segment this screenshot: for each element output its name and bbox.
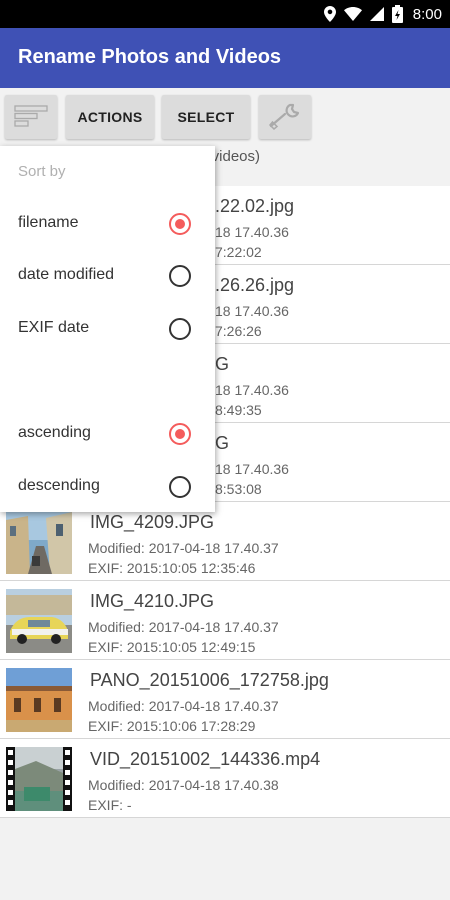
file-exif: EXIF: 2015:10:05 12:35:46 xyxy=(88,560,256,576)
status-bar: 8:00 xyxy=(0,0,450,28)
file-name: VID_20151002_144336.mp4 xyxy=(90,749,321,769)
sort-order-ascending[interactable]: ascending xyxy=(0,414,215,454)
sort-option-date-modified[interactable]: date modified xyxy=(0,256,215,296)
file-modified: 18 17.40.36 xyxy=(215,224,289,240)
file-exif: 7:26:26 xyxy=(215,323,262,339)
sort-icon xyxy=(14,104,48,130)
file-name: G xyxy=(215,354,230,374)
app-bar: Rename Photos and Videos xyxy=(0,28,450,88)
wifi-icon xyxy=(343,7,362,21)
sort-order-descending[interactable]: descending xyxy=(0,467,215,507)
file-name: PANO_20151006_172758.jpg xyxy=(90,670,329,690)
radio-button[interactable] xyxy=(169,213,191,235)
file-exif: EXIF: - xyxy=(88,797,132,813)
radio-button[interactable] xyxy=(169,318,191,340)
file-modified: 18 17.40.36 xyxy=(215,461,289,477)
file-modified: Modified: 2017-04-18 17.40.37 xyxy=(88,619,279,635)
app-title: Rename Photos and Videos xyxy=(18,46,282,68)
file-exif: 8:53:08 xyxy=(215,481,262,497)
wrench-icon xyxy=(268,101,302,134)
file-exif: EXIF: 2015:10:05 12:49:15 xyxy=(88,639,256,655)
file-modified: Modified: 2017-04-18 17.40.38 xyxy=(88,777,279,793)
sort-option-label: EXIF date xyxy=(18,319,90,336)
list-item[interactable]: IMG_4209.JPG Modified: 2017-04-18 17.40.… xyxy=(0,502,450,581)
sort-option-exif-date[interactable]: EXIF date xyxy=(0,309,215,349)
status-time: 8:00 xyxy=(412,5,442,23)
photo-thumbnail xyxy=(6,510,72,574)
photo-thumbnail xyxy=(6,668,72,732)
file-exif: 7:22:02 xyxy=(215,244,262,260)
sort-order-label: descending xyxy=(18,477,100,494)
file-modified: 18 17.40.36 xyxy=(215,382,289,398)
sort-order-label: ascending xyxy=(18,424,91,441)
location-icon xyxy=(323,6,336,22)
list-item[interactable]: VID_20151002_144336.mp4 Modified: 2017-0… xyxy=(0,739,450,818)
file-exif: 8:49:35 xyxy=(215,402,262,418)
radio-button[interactable] xyxy=(169,476,191,498)
sort-button[interactable] xyxy=(5,95,57,139)
file-modified: Modified: 2017-04-18 17.40.37 xyxy=(88,540,279,556)
photo-thumbnail xyxy=(6,589,72,653)
list-item[interactable]: IMG_4210.JPG Modified: 2017-04-18 17.40.… xyxy=(0,581,450,660)
file-exif: EXIF: 2015:10:06 17:28:29 xyxy=(88,718,256,734)
radio-button[interactable] xyxy=(169,265,191,287)
sort-menu-header: Sort by xyxy=(18,163,66,180)
sort-option-filename[interactable]: filename xyxy=(0,204,215,244)
file-modified: 18 17.40.36 xyxy=(215,303,289,319)
file-name: IMG_4210.JPG xyxy=(90,591,215,611)
tools-button[interactable] xyxy=(259,95,311,139)
radio-button[interactable] xyxy=(169,423,191,445)
battery-icon xyxy=(391,5,403,23)
video-thumbnail xyxy=(6,747,72,811)
file-name: .22.02.jpg xyxy=(215,196,295,216)
file-name: .26.26.jpg xyxy=(215,275,295,295)
list-item[interactable]: PANO_20151006_172758.jpg Modified: 2017-… xyxy=(0,660,450,739)
sort-menu: Sort by filename date modified EXIF date… xyxy=(0,146,215,512)
status-icons: 8:00 xyxy=(323,4,442,24)
file-name: IMG_4209.JPG xyxy=(90,512,215,532)
sort-option-label: filename xyxy=(18,214,79,231)
signal-icon xyxy=(369,7,384,21)
file-modified: Modified: 2017-04-18 17.40.37 xyxy=(88,698,279,714)
sort-option-label: date modified xyxy=(18,266,115,283)
select-button[interactable]: SELECT xyxy=(162,95,250,139)
file-name: G xyxy=(215,433,230,453)
actions-button[interactable]: ACTIONS xyxy=(66,95,154,139)
